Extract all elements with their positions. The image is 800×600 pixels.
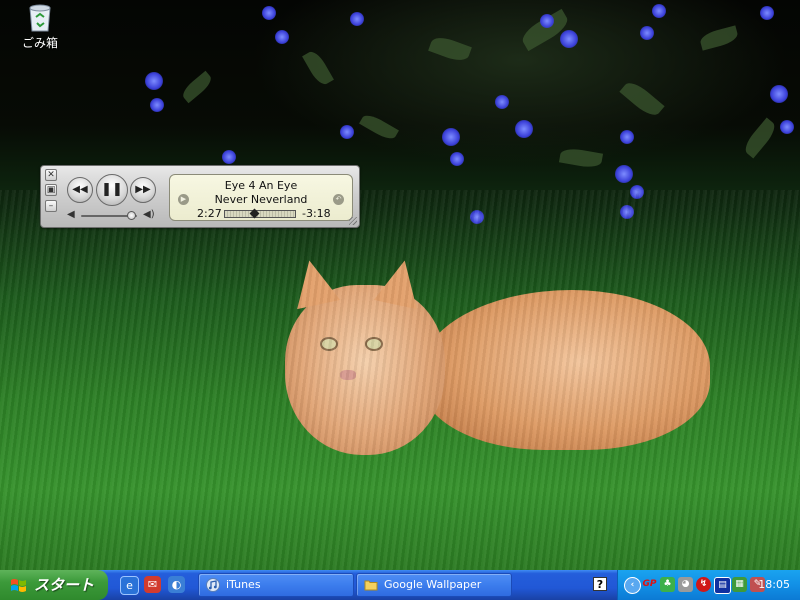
previous-button[interactable]: ◀◀ (67, 177, 93, 203)
artist-name: Never Neverland (214, 193, 308, 206)
help-icon[interactable]: ? (593, 577, 607, 591)
remaining-time: -3:18 (302, 207, 331, 220)
antivirus-icon[interactable]: GP (642, 577, 657, 592)
clock: 18:05 (758, 578, 790, 591)
pause-icon: ❚❚ (101, 182, 123, 197)
recycle-bin[interactable]: ごみ箱 (16, 2, 64, 51)
volume-slider[interactable] (81, 211, 137, 220)
recycle-bin-label: ごみ箱 (21, 36, 58, 50)
task-label: Google Wallpaper (384, 578, 482, 591)
resize-grip[interactable] (349, 217, 357, 225)
volume-low-icon[interactable]: ◀ (67, 209, 75, 220)
itunes-icon (206, 578, 220, 592)
play-arrow-icon[interactable]: ▶ (178, 194, 189, 205)
outlook-express-icon[interactable]: ✉ (144, 576, 161, 593)
snapback-icon[interactable]: ↶ (333, 194, 344, 205)
show-desktop-icon[interactable]: ◐ (168, 576, 185, 593)
ie-icon[interactable]: e (120, 576, 139, 595)
fast-forward-icon: ▶▶ (135, 184, 151, 195)
display-icon[interactable]: ▦ (732, 577, 747, 592)
track-title: Eye 4 An Eye (224, 179, 298, 192)
start-button[interactable]: スタート (0, 570, 108, 600)
folder-icon (364, 580, 378, 591)
monitor-icon[interactable]: ▤ (714, 577, 731, 594)
itunes-mini-player[interactable]: ✕ ▣ – ◀◀ ❚❚ ▶▶ ◀ ◀) Eye 4 An Eye Never N… (40, 165, 360, 228)
next-button[interactable]: ▶▶ (130, 177, 156, 203)
start-label: スタート (34, 576, 95, 594)
volume-control: ◀ ◀) (67, 209, 159, 223)
mcafee-icon[interactable]: ↯ (696, 577, 711, 592)
play-pause-button[interactable]: ❚❚ (96, 174, 128, 206)
elapsed-time: 2:27 (197, 207, 222, 220)
minimize-icon[interactable]: – (45, 200, 57, 212)
now-playing-display[interactable]: Eye 4 An Eye Never Neverland ▶ ↶ 2:27 -3… (169, 174, 353, 221)
volume-knob[interactable] (127, 211, 137, 220)
playhead-knob[interactable] (249, 208, 260, 219)
recycle-bin-icon (27, 2, 53, 32)
chevron-left-icon[interactable]: ‹ (624, 577, 641, 594)
rewind-icon: ◀◀ (72, 184, 88, 195)
taskbar: スタート e ✉ ◐ iTunes Google Wallpaper ? ‹ G… (0, 570, 800, 600)
task-label: iTunes (226, 578, 261, 591)
cat-photo (270, 255, 720, 465)
task-itunes[interactable]: iTunes (198, 573, 354, 597)
close-icon[interactable]: ✕ (45, 169, 57, 181)
network-icon[interactable]: ♣ (660, 577, 675, 592)
speaker-icon[interactable]: ◕ (678, 577, 693, 592)
volume-high-icon[interactable]: ◀) (143, 209, 155, 220)
progress-bar[interactable] (224, 208, 296, 219)
desktop-wallpaper (0, 0, 800, 570)
system-tray: ‹ GP ♣ ◕ ↯ ▤ ▦ ✎ 18:05 (617, 570, 800, 600)
windows-logo-icon (11, 579, 26, 592)
task-google-wallpaper[interactable]: Google Wallpaper (356, 573, 512, 597)
restore-icon[interactable]: ▣ (45, 184, 57, 196)
